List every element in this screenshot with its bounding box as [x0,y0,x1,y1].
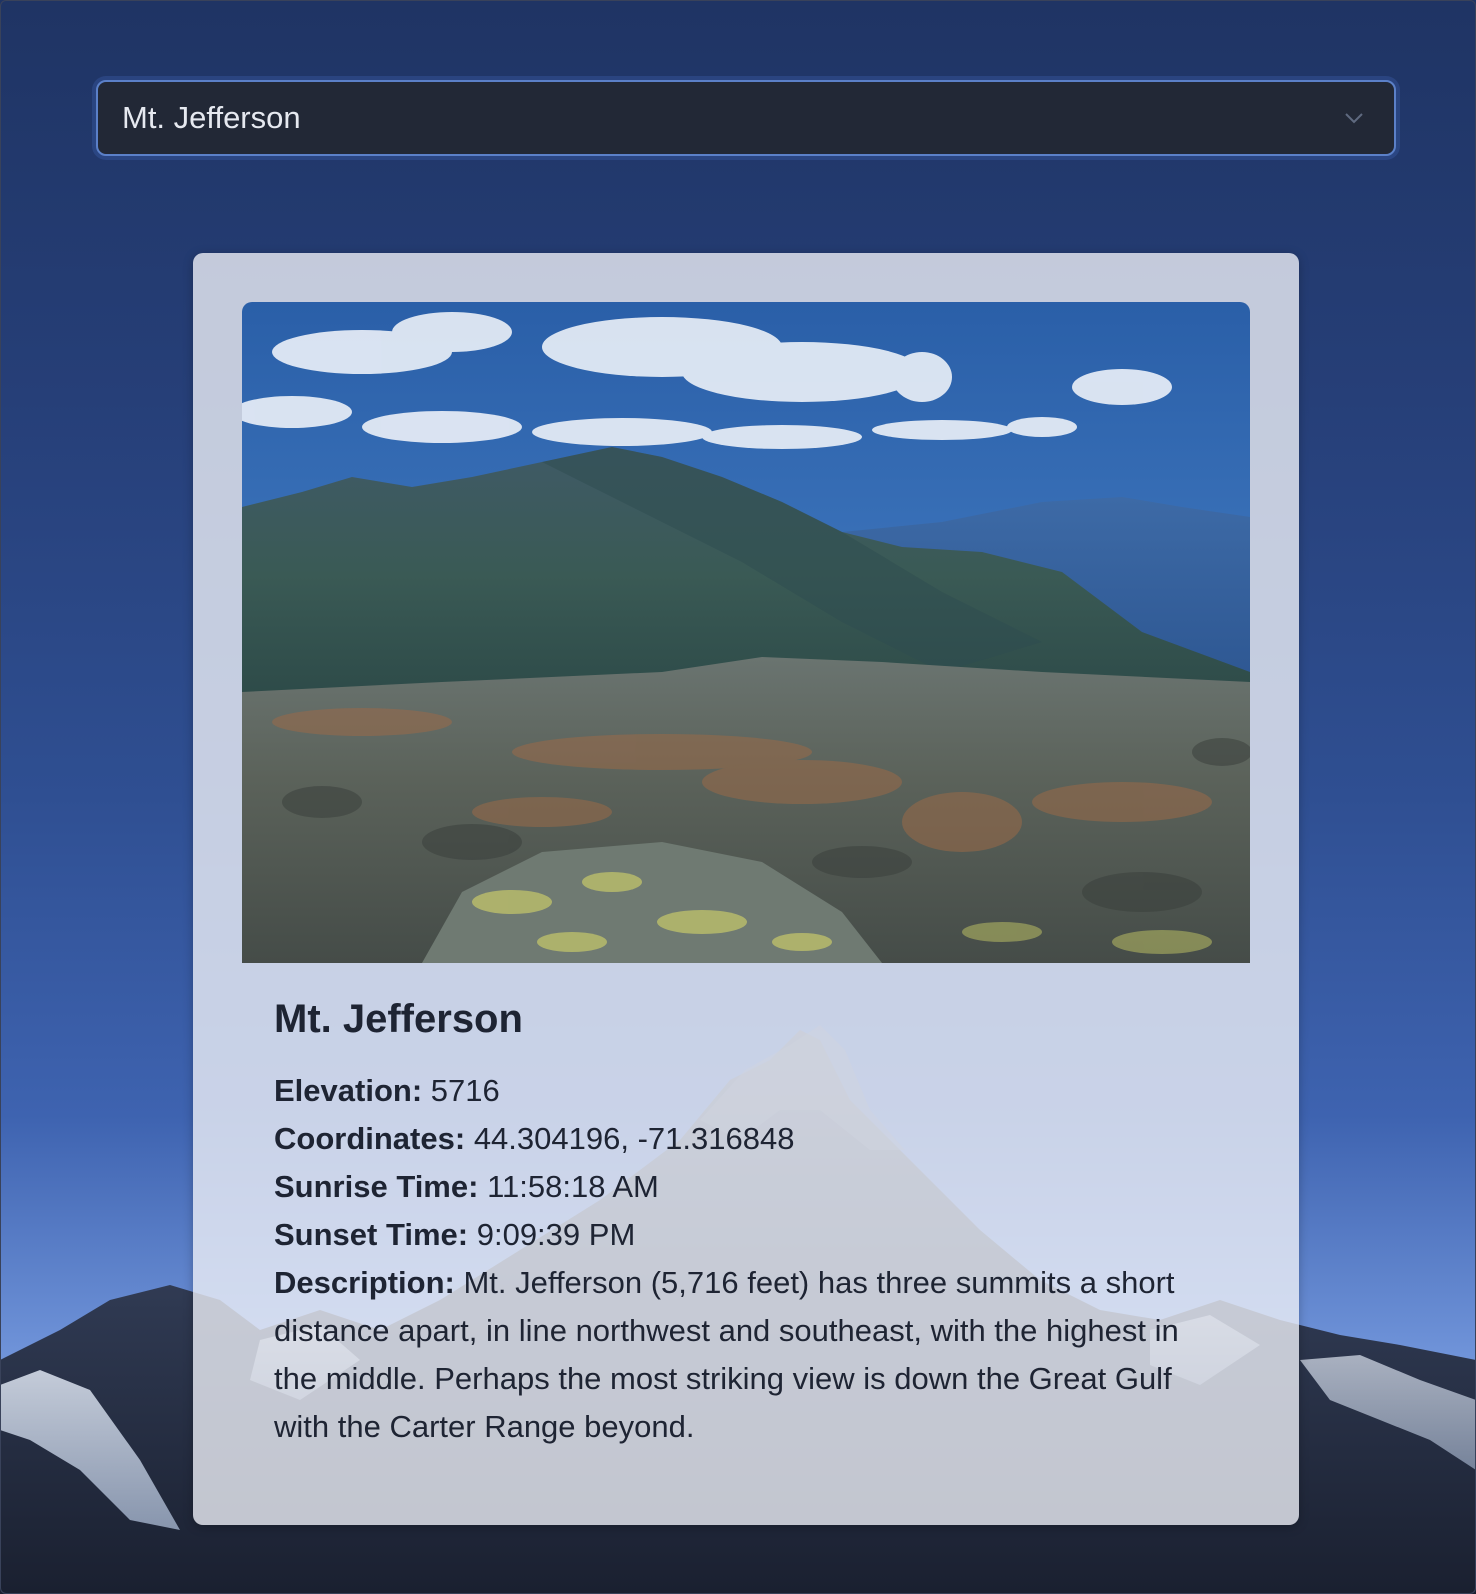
chevron-down-icon [1345,113,1363,124]
elevation-row: Elevation: 5716 [274,1067,1224,1115]
description-label: Description: [274,1265,455,1300]
peak-photo [242,302,1250,963]
description-row: Description: Mt. Jefferson (5,716 feet) … [274,1259,1224,1451]
sunrise-value: 11:58:18 AM [487,1169,659,1204]
peak-title: Mt. Jefferson [274,997,523,1041]
coordinates-row: Coordinates: 44.304196, -71.316848 [274,1115,1224,1163]
peak-info: Mt. Jefferson Elevation: 5716 Coordinate… [274,993,1224,1451]
coordinates-value: 44.304196, -71.316848 [473,1121,795,1156]
sunset-label: Sunset Time: [274,1217,469,1252]
coordinates-label: Coordinates: [274,1121,466,1156]
elevation-label: Elevation: [274,1073,423,1108]
sunset-row: Sunset Time: 9:09:39 PM [274,1211,1224,1259]
elevation-value: 5716 [430,1073,500,1108]
sunset-value: 9:09:39 PM [476,1217,636,1252]
peak-card: Mt. Jefferson Elevation: 5716 Coordinate… [193,253,1299,1525]
sunrise-label: Sunrise Time: [274,1169,479,1204]
peak-select-value: Mt. Jefferson [122,100,301,135]
peak-select[interactable]: Mt. Jefferson [96,80,1396,156]
sunrise-row: Sunrise Time: 11:58:18 AM [274,1163,1224,1211]
